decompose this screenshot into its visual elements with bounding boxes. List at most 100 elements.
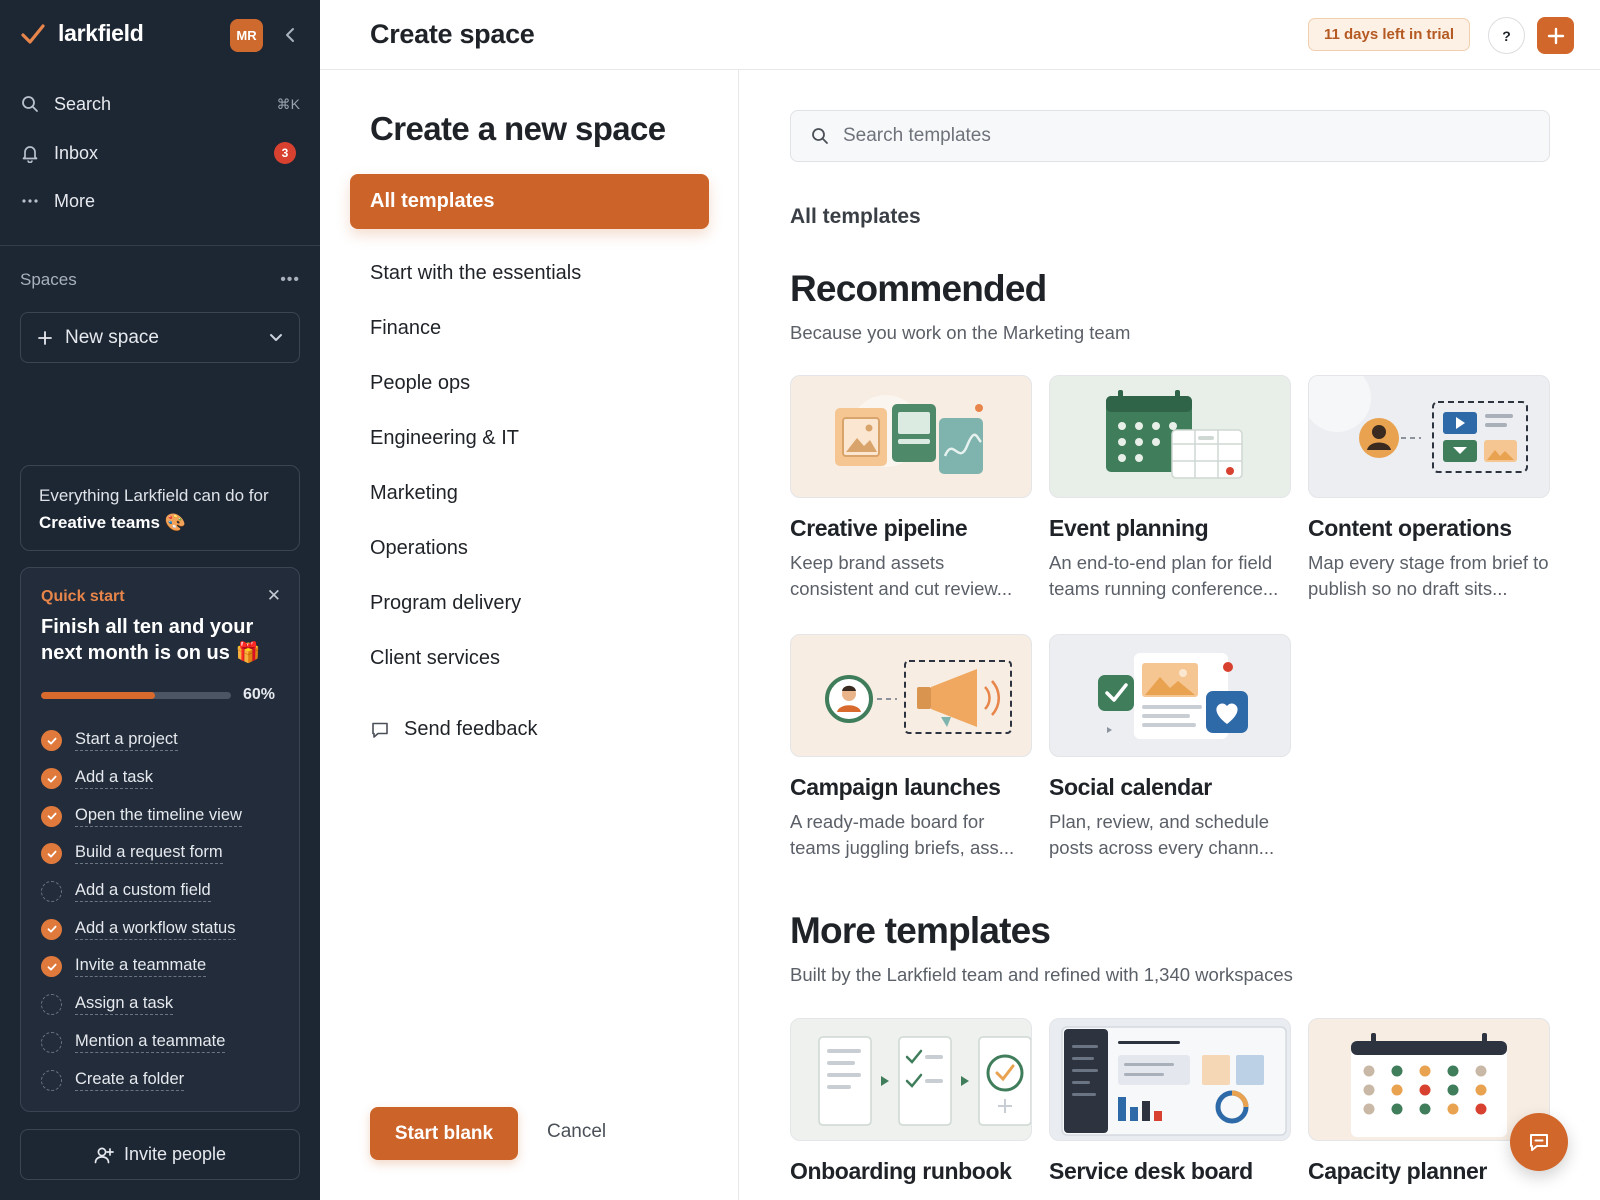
template-card-creative-pipeline[interactable]: Creative pipeline Keep brand assets cons… [790,375,1032,602]
card-description: Plan, review, and schedule posts across … [1049,811,1275,858]
template-card-service-desk-board[interactable]: Service desk board [1049,1018,1291,1185]
quick-start-task[interactable]: Create a folder [41,1061,279,1099]
template-card-social-calendar[interactable]: Social calendar Plan, review, and schedu… [1049,634,1291,861]
category-all-templates[interactable]: All templates [350,174,709,229]
spaces-more-icon[interactable]: ••• [280,271,300,289]
template-card-onboarding-runbook[interactable]: Onboarding runbook [790,1018,1032,1185]
trial-badge[interactable]: 11 days left in trial [1308,18,1471,51]
quick-start-task[interactable]: Build a request form [41,835,279,873]
template-search[interactable] [790,110,1550,162]
help-button[interactable]: ? [1488,17,1525,54]
plus-icon [1547,27,1564,44]
nav-inbox-label: Inbox [54,142,99,163]
progress-percent: 60% [243,686,276,703]
template-search-input[interactable] [843,125,1523,147]
sidebar: larkfield MR Search ⌘K Inbox 3 More Spac… [0,0,320,1200]
nav-search[interactable]: Search ⌘K [20,86,300,122]
template-card-content-operations[interactable]: Content operations Map every stage from … [1308,375,1550,602]
category-finance[interactable]: Finance [370,317,441,340]
category-client-services[interactable]: Client services [370,647,500,670]
unchecked-circle-icon[interactable] [41,994,62,1016]
quick-start-task-label: Assign a task [75,994,174,1016]
checked-circle-icon[interactable] [41,918,62,940]
brand-check-icon [21,23,45,44]
close-icon[interactable]: ✕ [267,586,281,606]
nav-search-label: Search [54,93,112,114]
invite-people-button[interactable]: Invite people [20,1129,300,1180]
event-planning-illustration [1049,375,1291,498]
quick-start-task-label: Add a custom field [75,881,211,903]
onboarding-runbook-illustration [790,1018,1032,1141]
ellipsis-icon [20,191,40,211]
chevron-left-icon [286,28,294,42]
unchecked-circle-icon[interactable] [41,1031,62,1053]
quick-start-task[interactable]: Assign a task [41,986,279,1024]
card-title: Service desk board [1049,1158,1253,1184]
chat-support-button[interactable] [1510,1113,1568,1171]
category-marketing[interactable]: Marketing [370,482,458,505]
cancel-button[interactable]: Cancel [547,1121,606,1143]
palette-emoji-icon: 🎨 [164,513,186,532]
category-essentials[interactable]: Start with the essentials [370,262,581,285]
search-shortcut: ⌘K [276,95,300,112]
quick-start-card: Quick start ✕ Finish all ten and your ne… [20,567,300,1112]
capacity-planner-illustration [1308,1018,1550,1141]
category-engineering-it[interactable]: Engineering & IT [370,427,519,450]
send-feedback-link[interactable]: Send feedback [370,718,537,741]
checked-circle-icon[interactable] [41,843,62,865]
new-space-label: New space [65,326,159,348]
quick-start-task[interactable]: Open the timeline view [41,797,279,835]
quick-start-task-label: Build a request form [75,843,223,865]
plus-icon [38,330,52,345]
card-description: An end-to-end plan for field teams runni… [1049,552,1279,599]
comment-icon [372,722,388,738]
unchecked-circle-icon[interactable] [41,881,62,903]
search-icon [812,128,828,144]
template-categories: Create a new space All templates Start w… [320,70,739,1200]
inbox-count-badge: 3 [274,142,296,164]
quick-start-label: Quick start [41,588,125,605]
promo-card[interactable]: Everything Larkfield can do for Creative… [20,465,300,551]
category-people-ops[interactable]: People ops [370,372,470,395]
nav-inbox[interactable]: Inbox 3 [20,135,300,171]
quick-start-task[interactable]: Add a workflow status [41,910,279,948]
quick-start-task[interactable]: Add a custom field [41,873,279,911]
quick-start-task-label: Add a workflow status [75,919,236,940]
template-card-capacity-planner[interactable]: Capacity planner [1308,1018,1550,1185]
category-operations[interactable]: Operations [370,537,468,560]
checked-circle-icon[interactable] [41,956,62,978]
create-button[interactable] [1537,17,1574,54]
template-card-campaign-launches[interactable]: Campaign launches A ready-made board for… [790,634,1032,861]
collapse-sidebar-button[interactable] [278,22,302,48]
start-blank-button[interactable]: Start blank [370,1107,518,1160]
template-card-event-planning[interactable]: Event planning An end-to-end plan for fi… [1049,375,1291,602]
invite-people-label: Invite people [123,1144,227,1164]
quick-start-task[interactable]: Invite a teammate [41,948,279,986]
quick-start-task-list: Start a project Add a task Open the timeli… [41,722,279,1099]
quick-start-task[interactable]: Add a task [41,760,279,798]
nav-more[interactable]: More [20,183,300,219]
quick-start-task[interactable]: Mention a teammate [41,1024,279,1062]
section-all-templates: All templates [790,205,921,228]
quick-start-task[interactable]: Start a project [41,722,279,760]
campaign-launches-illustration [790,634,1032,757]
category-program-delivery[interactable]: Program delivery [370,592,521,615]
new-space-button[interactable]: New space [20,312,300,363]
brand-name: larkfield [58,20,144,46]
brand[interactable]: larkfield [20,20,144,47]
content-operations-illustration [1308,375,1550,498]
nav-more-label: More [54,190,96,211]
checked-circle-icon[interactable] [41,730,62,752]
search-icon [20,94,40,114]
checked-circle-icon[interactable] [41,768,62,790]
more-templates-heading: More templates [790,910,1051,951]
card-title: Event planning [1049,515,1209,541]
quick-start-task-label: Add a task [75,768,153,790]
quick-start-task-label: Create a folder [75,1070,185,1091]
send-feedback-label: Send feedback [404,718,538,740]
avatar[interactable]: MR [230,19,263,52]
card-title: Social calendar [1049,774,1212,800]
checked-circle-icon[interactable] [41,805,62,827]
bell-icon [20,143,40,163]
unchecked-circle-icon[interactable] [41,1069,62,1091]
